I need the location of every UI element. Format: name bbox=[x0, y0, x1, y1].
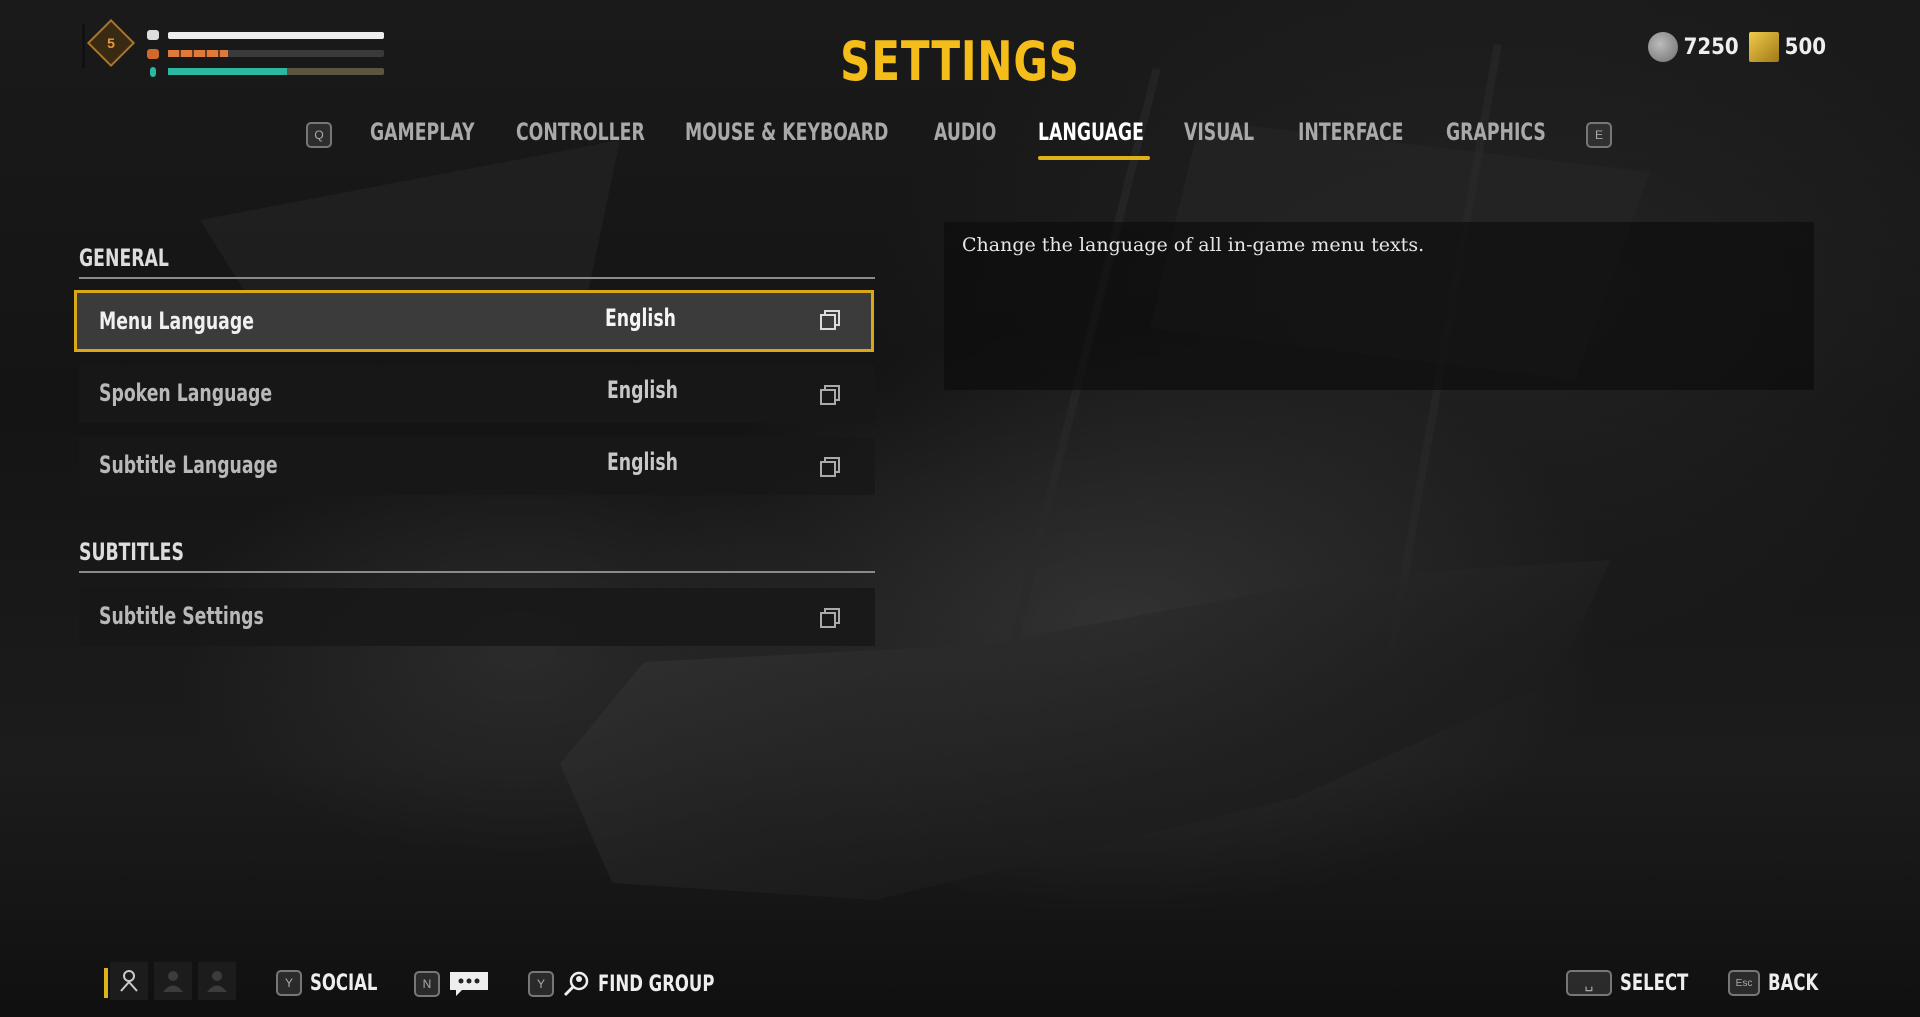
space-key: ␣ bbox=[1566, 970, 1612, 996]
setting-description: Change the language of all in-game menu … bbox=[962, 234, 1425, 256]
setting-label: Spoken Language bbox=[99, 379, 273, 407]
party-leader-marker bbox=[104, 968, 108, 998]
tab-label: CONTROLLER bbox=[516, 118, 645, 146]
setting-row-spoken-language[interactable]: Spoken Language English bbox=[79, 365, 875, 423]
section-divider bbox=[79, 571, 875, 573]
tab-label: AUDIO bbox=[934, 118, 997, 146]
setting-row-subtitle-settings[interactable]: Subtitle Settings bbox=[79, 588, 875, 646]
setting-label: Subtitle Language bbox=[99, 451, 278, 479]
select-button[interactable]: ␣ SELECT bbox=[1566, 970, 1711, 996]
empty-player-icon bbox=[207, 971, 227, 992]
social-label: SOCIAL bbox=[310, 970, 378, 996]
tab-label: VISUAL bbox=[1184, 118, 1255, 146]
find-group-button[interactable]: Y FIND GROUP bbox=[528, 970, 753, 998]
chat-button[interactable]: N bbox=[414, 970, 490, 998]
setting-value: English bbox=[607, 448, 678, 476]
tab-audio[interactable]: AUDIO bbox=[934, 118, 1021, 152]
tab-gameplay[interactable]: GAMEPLAY bbox=[370, 118, 515, 152]
party-slot-empty[interactable] bbox=[154, 962, 192, 1000]
page-title: SETTINGS bbox=[840, 30, 1080, 93]
tab-label: GRAPHICS bbox=[1446, 118, 1546, 146]
chat-icon bbox=[450, 972, 488, 996]
prev-tab-key[interactable]: Q bbox=[306, 122, 332, 148]
find-group-label: FIND GROUP bbox=[598, 971, 715, 997]
setting-value: English bbox=[605, 304, 676, 332]
empty-player-icon bbox=[163, 971, 183, 992]
tab-interface[interactable]: INTERFACE bbox=[1298, 118, 1444, 152]
setting-row-subtitle-language[interactable]: Subtitle Language English bbox=[79, 437, 875, 495]
player-icon bbox=[120, 970, 138, 992]
dropdown-icon bbox=[820, 608, 840, 628]
dropdown-icon bbox=[820, 310, 840, 330]
section-title-general: GENERAL bbox=[79, 244, 169, 272]
player-level: 5 bbox=[107, 35, 115, 51]
setting-value: English bbox=[607, 376, 678, 404]
gold-amount: 500 bbox=[1784, 34, 1826, 60]
party-slot-self[interactable] bbox=[110, 962, 148, 1000]
setting-label: Menu Language bbox=[99, 307, 254, 335]
tab-label: LANGUAGE bbox=[1038, 118, 1144, 146]
dropdown-icon bbox=[820, 385, 840, 405]
dropdown-icon bbox=[820, 457, 840, 477]
next-tab-key[interactable]: E bbox=[1586, 122, 1612, 148]
tab-label: MOUSE & KEYBOARD bbox=[685, 118, 889, 146]
esc-key: Esc bbox=[1728, 970, 1760, 996]
chat-key: N bbox=[414, 971, 440, 997]
party-slot-empty[interactable] bbox=[198, 962, 236, 1000]
tab-controller[interactable]: CONTROLLER bbox=[516, 118, 695, 152]
tab-label: INTERFACE bbox=[1298, 118, 1404, 146]
select-label: SELECT bbox=[1620, 970, 1689, 996]
tab-language[interactable]: LANGUAGE bbox=[1038, 118, 1185, 160]
social-button[interactable]: Y SOCIAL bbox=[276, 970, 400, 996]
health-icon bbox=[147, 30, 159, 40]
tab-graphics[interactable]: GRAPHICS bbox=[1446, 118, 1585, 152]
find-group-key: Y bbox=[528, 971, 554, 997]
setting-row-menu-language[interactable]: Menu Language English bbox=[74, 290, 874, 352]
ammo-icon bbox=[147, 49, 159, 59]
energy-icon bbox=[150, 67, 156, 77]
tab-visual[interactable]: VISUAL bbox=[1184, 118, 1281, 152]
tab-label: GAMEPLAY bbox=[370, 118, 475, 146]
search-group-icon bbox=[563, 971, 589, 997]
section-divider bbox=[79, 277, 875, 279]
setting-label: Subtitle Settings bbox=[99, 602, 264, 630]
background-scene bbox=[0, 0, 1920, 1017]
social-key: Y bbox=[276, 970, 302, 996]
gold-bar-icon bbox=[1748, 32, 1779, 62]
tab-mouse-keyboard[interactable]: MOUSE & KEYBOARD bbox=[685, 118, 968, 152]
active-tab-underline bbox=[1038, 156, 1150, 160]
back-label: BACK bbox=[1768, 970, 1819, 996]
section-title-subtitles: SUBTITLES bbox=[79, 538, 184, 566]
description-panel: Change the language of all in-game menu … bbox=[944, 222, 1814, 390]
footer-bar: Y SOCIAL N Y FIND GROUP ␣ SELECT Esc BAC… bbox=[0, 958, 1920, 1008]
hud-divider bbox=[82, 24, 85, 68]
party-slots bbox=[110, 962, 236, 1000]
back-button[interactable]: Esc BACK bbox=[1728, 970, 1835, 996]
